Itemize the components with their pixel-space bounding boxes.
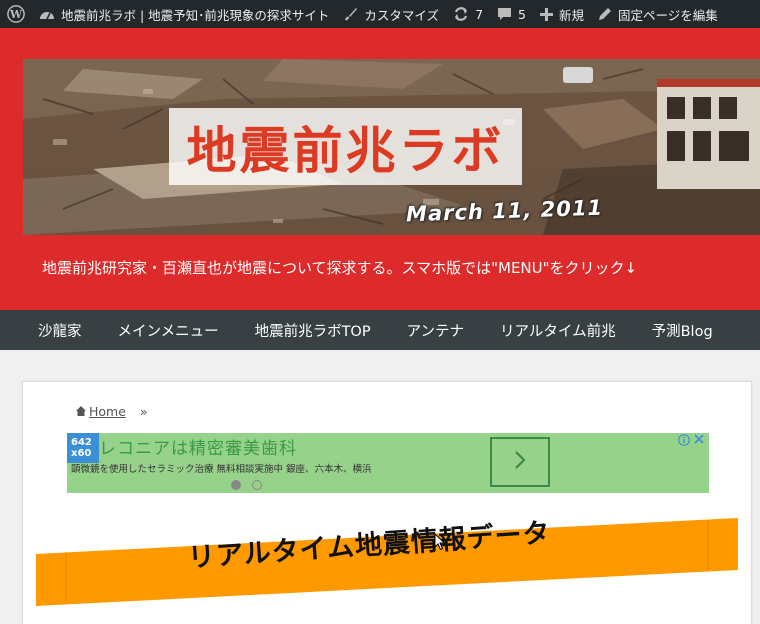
- breadcrumb-separator: »: [139, 404, 148, 419]
- new-content-link[interactable]: 新規: [533, 0, 591, 28]
- nav-item-sharyuka[interactable]: 沙龍家: [0, 310, 100, 350]
- site-tagline: 地震前兆研究家・百瀬直也が地震について探求する。スマホ版では"MENU"をクリッ…: [42, 259, 638, 277]
- carousel-dot-active[interactable]: [231, 480, 241, 490]
- customize-label: カスタマイズ: [364, 7, 440, 23]
- site-title: 地震前兆ラボ | 地震予知･前兆現象の探求サイト: [61, 7, 330, 23]
- mouse-cursor-icon: [434, 532, 446, 555]
- new-label: 新規: [558, 7, 584, 23]
- main-nav: 沙龍家 メインメニュー 地震前兆ラボTOP アンテナ リアルタイム前兆 予測Bl…: [0, 310, 760, 350]
- ad-size-badge: 642 x60: [67, 433, 99, 463]
- nav-item-realtime[interactable]: リアルタイム前兆: [482, 310, 634, 350]
- close-icon[interactable]: [693, 433, 705, 449]
- ad-badge-top: 642: [71, 437, 92, 448]
- comments-link[interactable]: 5: [490, 0, 533, 28]
- dashboard-icon: [39, 7, 55, 21]
- edit-page-label: 固定ページを編集: [617, 7, 718, 23]
- banner-title-box: 地震前兆ラボ: [169, 108, 522, 185]
- updates-icon: [453, 6, 469, 22]
- breadcrumb: Home »: [76, 404, 148, 419]
- brush-icon: [343, 7, 358, 22]
- nav-item-main-menu[interactable]: メインメニュー: [100, 310, 237, 350]
- ad-arrow-button[interactable]: [490, 437, 550, 487]
- nav-item-lab-top[interactable]: 地震前兆ラボTOP: [237, 310, 389, 350]
- svg-text:W: W: [9, 8, 23, 21]
- ad-title[interactable]: レコニアは精密審美歯科: [99, 434, 297, 459]
- edit-page-link[interactable]: 固定ページを編集: [591, 0, 725, 28]
- banner-title: 地震前兆ラボ: [186, 121, 505, 180]
- comment-icon: [497, 7, 512, 21]
- plus-icon: [539, 7, 553, 21]
- ad-badge-bottom: x60: [71, 448, 92, 459]
- pencil-icon: [598, 7, 612, 21]
- admin-bar: W 地震前兆ラボ | 地震予知･前兆現象の探求サイト カスタマイズ 7 5 新規: [0, 0, 760, 28]
- site-name-link[interactable]: 地震前兆ラボ | 地震予知･前兆現象の探求サイト: [32, 0, 336, 28]
- site-header: 地震前兆ラボ March 11, 2011 地震前兆研究家・百瀬直也が地震につい…: [0, 28, 760, 310]
- home-icon: [76, 404, 86, 419]
- updates-link[interactable]: 7: [446, 0, 490, 28]
- info-icon[interactable]: [678, 434, 690, 449]
- nav-item-forecast-blog[interactable]: 予測Blog: [634, 310, 731, 350]
- wordpress-logo-icon[interactable]: W: [0, 0, 32, 28]
- nav-item-antenna[interactable]: アンテナ: [389, 310, 482, 350]
- ad-banner[interactable]: 642 x60 レコニアは精密審美歯科 顕微鏡を使用したセラミック治療 無料相談…: [67, 433, 709, 493]
- chevron-right-icon: [513, 450, 527, 474]
- customize-link[interactable]: カスタマイズ: [336, 0, 446, 28]
- header-banner-image[interactable]: 地震前兆ラボ March 11, 2011: [23, 59, 760, 235]
- page-heading-banner: リアルタイム地震情報データ: [36, 518, 738, 608]
- updates-count: 7: [475, 6, 484, 22]
- carousel-dot[interactable]: [252, 480, 262, 490]
- comments-count: 5: [518, 6, 526, 22]
- breadcrumb-home-link[interactable]: Home: [89, 404, 126, 419]
- ad-description: 顕微鏡を使用したセラミック治療 無料相談実施中 銀座、六本木、横浜: [71, 464, 372, 475]
